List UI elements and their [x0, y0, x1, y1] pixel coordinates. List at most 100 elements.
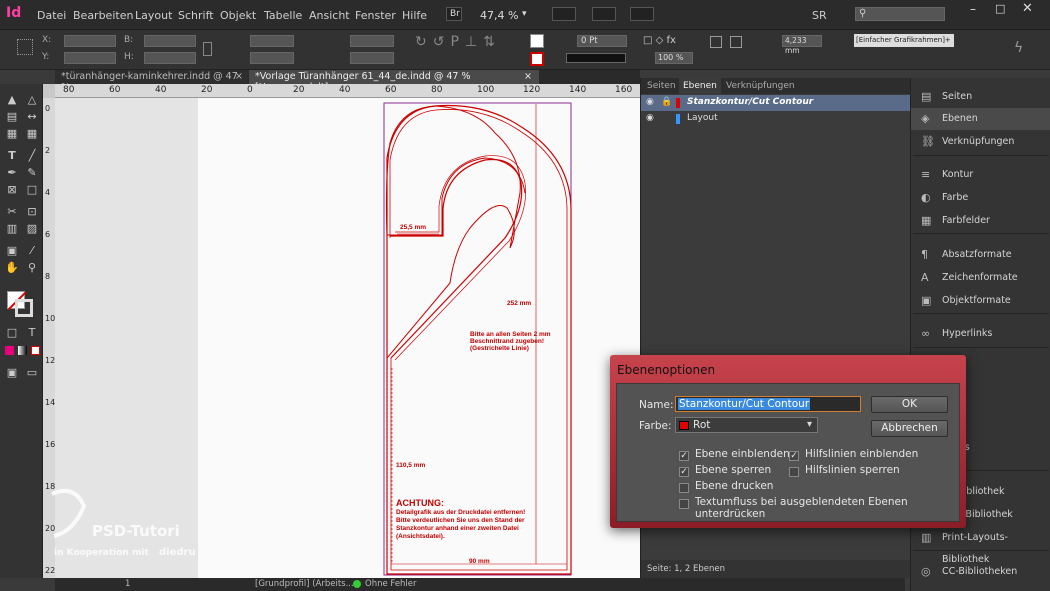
object-style-select[interactable]: [Einfacher Grafikrahmen]+	[854, 34, 954, 47]
checkbox-label[interactable]: Ebene drucken	[695, 480, 773, 492]
content-collector-icon[interactable]: ▦	[5, 128, 19, 140]
preflight-profile[interactable]: [Grundprofil] (Arbeits...	[255, 579, 354, 589]
hand-tool-icon[interactable]: ✋	[5, 262, 19, 274]
menu-tabelle[interactable]: Tabelle	[264, 9, 302, 22]
checkbox[interactable]	[679, 499, 689, 509]
zoom-tool-icon[interactable]: ⚲	[25, 262, 39, 274]
tab-ebenen[interactable]: Ebenen	[679, 78, 721, 94]
panel-item-ebenen[interactable]: ◈ Ebenen	[911, 108, 1050, 130]
visibility-eye-icon[interactable]: ◉	[646, 113, 654, 123]
lock-icon[interactable]: 🔒	[661, 97, 672, 107]
stroke-swatch[interactable]	[530, 52, 544, 66]
checkbox-label[interactable]: Ebene sperren	[695, 464, 771, 476]
note-tool-icon[interactable]: ▣	[5, 245, 19, 257]
menu-hilfe[interactable]: Hilfe	[402, 9, 427, 22]
minimize-icon[interactable]: –	[970, 2, 976, 16]
preview-mode-icon[interactable]: ▭	[25, 367, 39, 379]
visibility-eye-icon[interactable]: ◉	[646, 97, 654, 107]
content-placer-icon[interactable]: ▦	[25, 128, 39, 140]
stroke-weight-field[interactable]: 0 Pt	[577, 35, 627, 47]
layer-row-layout[interactable]: ◉ Layout	[641, 111, 911, 127]
apply-gradient-icon[interactable]	[18, 346, 27, 355]
normal-view-icon[interactable]: ▣	[5, 367, 19, 379]
scissors-tool-icon[interactable]: ✂	[5, 206, 19, 218]
tab-document-2[interactable]: *Vorlage Türanhänger 61_44_de.indd @ 47 …	[249, 70, 539, 93]
panel-item-hyperlinks[interactable]: ∞ Hyperlinks	[911, 323, 1050, 345]
height-field[interactable]	[144, 52, 196, 64]
panel-item-objektformate[interactable]: ▣ Objektformate	[911, 290, 1050, 312]
fit-content-icon[interactable]	[710, 36, 722, 48]
ok-button[interactable]: OK	[871, 396, 948, 413]
workspace-switcher[interactable]: SR	[812, 9, 827, 22]
line-tool-icon[interactable]: ╱	[25, 150, 39, 162]
layer-row-stanzkontur[interactable]: ◉ 🔒 Stanzkontur/Cut Contour	[641, 95, 911, 111]
view-options-button[interactable]	[552, 7, 576, 21]
rectangle-frame-tool-icon[interactable]: ⊠	[5, 184, 19, 196]
menu-bearbeiten[interactable]: Bearbeiten	[73, 9, 133, 22]
free-transform-tool-icon[interactable]: ⊡	[25, 206, 39, 218]
rotate-field[interactable]	[350, 35, 394, 47]
panel-item-print-layouts-bibliothek[interactable]: ▥ Print-Layouts-Bibliothek	[911, 527, 1050, 566]
maximize-icon[interactable]: □	[995, 2, 1005, 15]
selection-tool-icon[interactable]: ▲	[5, 94, 19, 106]
constrain-proportions-icon[interactable]	[203, 42, 212, 56]
page-field[interactable]: 1	[125, 579, 165, 589]
page-tool-icon[interactable]: ▤	[5, 111, 19, 123]
gradient-feather-tool-icon[interactable]: ▨	[25, 223, 39, 235]
pen-tool-icon[interactable]: ✒	[5, 167, 19, 179]
horizontal-ruler[interactable]: 80 60 40 20 0 20 40 60 80 100 120 140 160	[55, 84, 640, 98]
menu-ansicht[interactable]: Ansicht	[309, 9, 350, 22]
panel-item-cc-bibliotheken[interactable]: ◎ CC-Bibliotheken	[911, 561, 1050, 583]
checkbox[interactable]: ✓	[679, 451, 689, 461]
width-field[interactable]	[144, 35, 196, 47]
transform-icons[interactable]: ↻↺P⊥⇅	[415, 34, 501, 50]
tab-document-1[interactable]: *türanhänger-kaminkehrer.indd @ 47 % ×	[55, 70, 248, 93]
lightning-icon[interactable]: ϟ	[1014, 40, 1023, 56]
shear-field[interactable]	[350, 52, 394, 64]
checkbox-label[interactable]: Ebene einblenden	[695, 448, 790, 460]
menu-objekt[interactable]: Objekt	[220, 9, 256, 22]
checkbox[interactable]: ✓	[679, 467, 689, 477]
scale-y-field[interactable]	[250, 52, 294, 64]
bridge-button[interactable]: Br	[446, 7, 462, 21]
zoom-level[interactable]: 47,4 %	[480, 9, 518, 22]
door-hanger-cut-contour[interactable]	[55, 98, 640, 578]
scale-x-field[interactable]	[250, 35, 294, 47]
arrange-documents-button[interactable]	[630, 7, 654, 21]
fit-frame-icon[interactable]	[730, 36, 742, 48]
y-field[interactable]	[64, 52, 116, 64]
color-select[interactable]: Rot ▾	[675, 417, 818, 433]
ruler-origin[interactable]	[43, 84, 55, 98]
menu-fenster[interactable]: Fenster	[355, 9, 396, 22]
opacity-field[interactable]: 100 %	[655, 52, 693, 64]
menu-datei[interactable]: Datei	[37, 9, 66, 22]
panel-item-farbe[interactable]: ◐ Farbe	[911, 187, 1050, 209]
checkbox-label[interactable]: Hilfslinien sperren	[805, 464, 900, 476]
zoom-dropdown-icon[interactable]: ▾	[522, 9, 527, 19]
tab-close-icon[interactable]: ×	[235, 71, 243, 82]
reference-point-icon[interactable]	[17, 39, 33, 55]
type-tool-icon[interactable]: T	[5, 150, 19, 162]
x-field[interactable]	[64, 35, 116, 47]
tab-verknuepfungen[interactable]: Verknüpfungen	[726, 81, 795, 91]
fx-icon[interactable]: □ ◇ fx	[643, 35, 676, 46]
checkbox[interactable]	[789, 467, 799, 477]
apply-none-icon[interactable]	[31, 346, 40, 355]
panel-item-farbfelder[interactable]: ▦ Farbfelder	[911, 210, 1050, 232]
panel-item-verkn-pfungen[interactable]: ⛓ Verknüpfungen	[911, 131, 1050, 153]
checkbox-label[interactable]: Textumfluss bei ausgeblendeten Ebenen un…	[695, 496, 959, 520]
checkbox[interactable]	[679, 483, 689, 493]
apply-color-icon[interactable]	[5, 346, 14, 355]
cancel-button[interactable]: Abbrechen	[871, 420, 948, 437]
stroke-box-icon[interactable]	[15, 299, 33, 317]
menu-layout[interactable]: Layout	[135, 9, 172, 22]
panel-item-absatzformate[interactable]: ¶ Absatzformate	[911, 244, 1050, 266]
stroke-type-select[interactable]	[566, 53, 626, 63]
eyedropper-tool-icon[interactable]: ⁄	[25, 245, 39, 257]
menu-schrift[interactable]: Schrift	[178, 9, 214, 22]
tab-seiten[interactable]: Seiten	[647, 81, 676, 91]
tab-close-icon[interactable]: ×	[524, 71, 532, 82]
gradient-tool-icon[interactable]: ▥	[5, 223, 19, 235]
fill-swatch[interactable]	[530, 34, 544, 48]
document-canvas[interactable]: 25,5 mm 252 mm 110,5 mm 90 mm Bitte an a…	[55, 98, 640, 578]
